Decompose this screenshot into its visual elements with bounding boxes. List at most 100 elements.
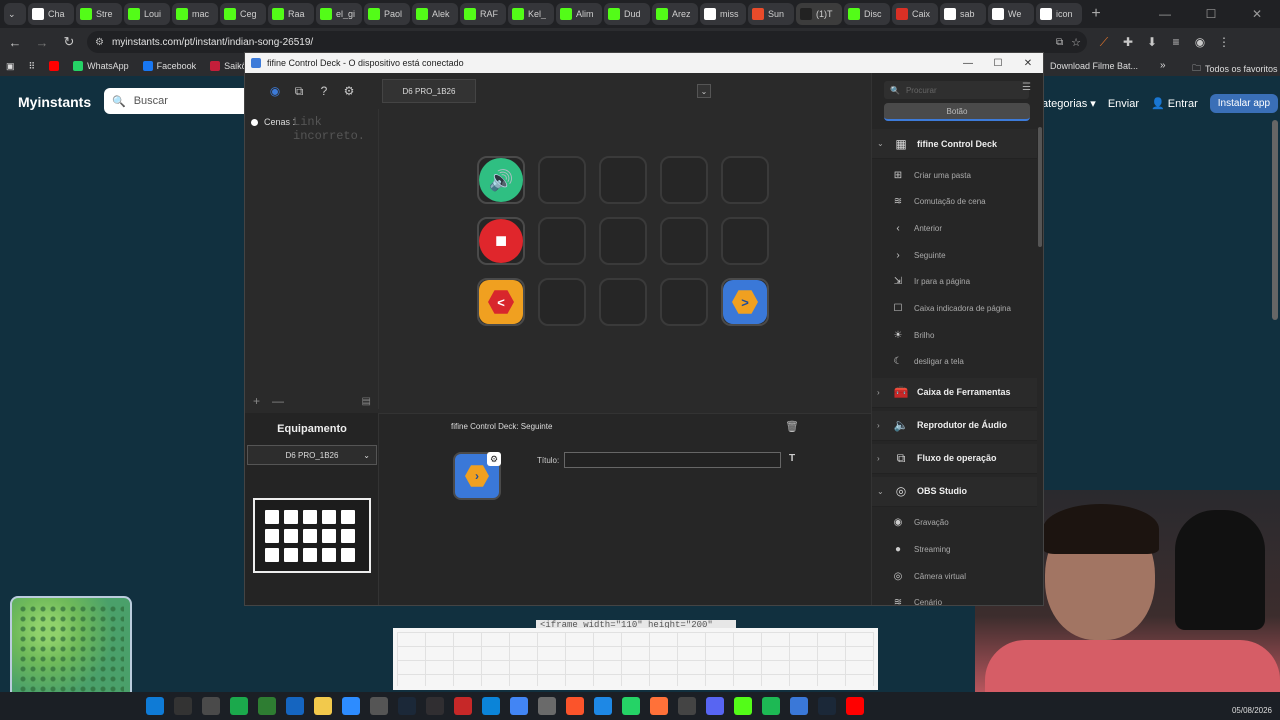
deck-key[interactable] <box>538 278 586 326</box>
deck-key[interactable] <box>660 278 708 326</box>
action-group[interactable]: ⌄ ▦ fifine Control Deck <box>872 129 1037 159</box>
extension-icon[interactable]: ⟋ <box>1095 33 1113 51</box>
deck-minimize-icon[interactable]: — <box>953 53 983 73</box>
browser-tab[interactable]: icon <box>1036 3 1082 25</box>
zoom-icon[interactable] <box>342 697 360 715</box>
spotify-icon[interactable] <box>762 697 780 715</box>
store-icon[interactable] <box>370 697 388 715</box>
deck-key[interactable]: ■ <box>477 217 525 265</box>
browser-tab[interactable]: Caix <box>892 3 938 25</box>
folder-icon[interactable] <box>314 697 332 715</box>
nav-enviar[interactable]: Enviar <box>1108 98 1139 110</box>
action-item[interactable]: ☀ Brilho <box>872 322 1037 348</box>
chrome-icon[interactable] <box>510 697 528 715</box>
add-scene-icon[interactable]: + <box>253 394 260 408</box>
steam2-icon[interactable] <box>818 697 836 715</box>
tab-botao[interactable]: Botão <box>884 103 1030 121</box>
tab-search-menu[interactable]: ⌄ <box>4 3 26 25</box>
action-item[interactable]: ◉ Gravação <box>872 510 1037 536</box>
settings-icon[interactable]: ⚙ <box>339 81 359 101</box>
profile-icon[interactable]: ◉ <box>1191 33 1209 51</box>
browser-tab[interactable]: (1)T <box>796 3 842 25</box>
nav-entrar[interactable]: 👤 Entrar <box>1151 97 1198 110</box>
browser-tab[interactable]: Raa <box>268 3 314 25</box>
deck-key[interactable] <box>660 217 708 265</box>
action-item[interactable]: ◎ Câmera virtual <box>872 563 1037 589</box>
back-icon[interactable]: ← <box>3 30 27 54</box>
action-item[interactable]: ● Streaming <box>872 536 1037 562</box>
sidebar-toggle-icon[interactable]: ▣ <box>6 61 15 72</box>
all-bookmarks[interactable]: 🗀 Todos os favoritos <box>1192 61 1278 77</box>
affinity-icon[interactable] <box>594 697 612 715</box>
brave-icon[interactable] <box>566 697 584 715</box>
action-search-input[interactable]: 🔍 Procurar <box>884 81 1029 99</box>
deck-icon[interactable] <box>538 697 556 715</box>
sc-icon[interactable] <box>230 697 248 715</box>
action-item[interactable]: ≋ Comutação de cena <box>872 189 1037 215</box>
menu-icon[interactable]: ⋮ <box>1215 33 1233 51</box>
action-item[interactable]: ☐ Caixa indicadora de página <box>872 296 1037 322</box>
controldeck-icon[interactable] <box>790 697 808 715</box>
deck-maximize-icon[interactable]: ☐ <box>983 53 1013 73</box>
ps-icon[interactable] <box>286 697 304 715</box>
site-logo[interactable]: Myinstants <box>18 94 91 110</box>
new-tab-icon[interactable]: + <box>1084 3 1108 25</box>
deck-key[interactable] <box>538 217 586 265</box>
bookmark-item[interactable]: WhatsApp <box>73 61 129 71</box>
youtube-icon[interactable] <box>846 697 864 715</box>
bookmark-item[interactable] <box>49 61 60 71</box>
text-format-icon[interactable]: T <box>789 453 795 464</box>
address-bar[interactable]: ⚙ myinstants.com/pt/instant/indian-song-… <box>87 31 1087 53</box>
deck-key[interactable]: > <box>721 278 769 326</box>
browser-tab[interactable]: el_gi <box>316 3 362 25</box>
steam-icon[interactable] <box>398 697 416 715</box>
title-input[interactable] <box>564 452 781 468</box>
scene-options-icon[interactable]: ▤ <box>362 396 371 407</box>
browser-tab[interactable]: Loui <box>124 3 170 25</box>
terminal-icon[interactable] <box>678 697 696 715</box>
obs-icon[interactable] <box>426 697 444 715</box>
media-icon[interactable]: ≡ <box>1167 33 1185 51</box>
browser-tab[interactable]: Kel_ <box>508 3 554 25</box>
selected-button-icon[interactable]: › ⚙ <box>453 452 501 500</box>
bookmark-item[interactable]: Facebook <box>142 61 196 71</box>
pen-icon[interactable] <box>258 697 276 715</box>
browser-tab[interactable]: Sun <box>748 3 794 25</box>
action-item[interactable]: ‹ Anterior <box>872 215 1037 241</box>
profile-dropdown-chevron-icon[interactable]: ⌄ <box>697 84 711 98</box>
edge-icon[interactable] <box>146 697 164 715</box>
browser-tab[interactable]: Alim <box>556 3 602 25</box>
bookmark-download-filme[interactable]: Download Filme Bat... <box>1050 61 1138 71</box>
scanner-icon[interactable] <box>202 697 220 715</box>
maximize-icon[interactable]: ☐ <box>1188 0 1234 28</box>
close-icon[interactable]: ✕ <box>1234 0 1280 28</box>
extensions-puzzle-icon[interactable]: ✚ <box>1119 33 1137 51</box>
browser-tab[interactable]: mac <box>172 3 218 25</box>
scene-item[interactable]: Cenas 1 <box>251 117 298 127</box>
action-item[interactable]: ☾ desligar a tela <box>872 349 1037 375</box>
firefox-icon[interactable] <box>650 697 668 715</box>
reload-icon[interactable]: ↻ <box>57 30 81 54</box>
browser-tab[interactable]: Dud <box>604 3 650 25</box>
apps-icon[interactable]: ⠿ <box>29 61 36 72</box>
site-search-input[interactable]: 🔍 Buscar <box>104 88 254 114</box>
browser-tab[interactable]: Cha <box>28 3 74 25</box>
deck-key[interactable]: < <box>477 278 525 326</box>
reader-icon[interactable] <box>454 697 472 715</box>
action-item[interactable]: › Seguinte <box>872 242 1037 268</box>
action-item[interactable]: ≋ Cenário <box>872 590 1037 605</box>
deck-close-icon[interactable]: ✕ <box>1013 53 1043 73</box>
page-scrollbar[interactable] <box>1272 120 1278 320</box>
action-item[interactable]: ⇲ Ir para a página <box>872 269 1037 295</box>
forward-icon[interactable]: → <box>30 30 54 54</box>
deck-key[interactable] <box>721 217 769 265</box>
mask-icon[interactable] <box>174 697 192 715</box>
kick-icon[interactable] <box>734 697 752 715</box>
help-icon[interactable]: ? <box>314 81 334 101</box>
browser-tab[interactable]: sab <box>940 3 986 25</box>
browser-tab[interactable]: Ceg <box>220 3 266 25</box>
browser-tab[interactable]: RAF <box>460 3 506 25</box>
browser-tab[interactable]: Alek <box>412 3 458 25</box>
deck-key[interactable]: 🔊 <box>477 156 525 204</box>
browser-tab[interactable]: We <box>988 3 1034 25</box>
